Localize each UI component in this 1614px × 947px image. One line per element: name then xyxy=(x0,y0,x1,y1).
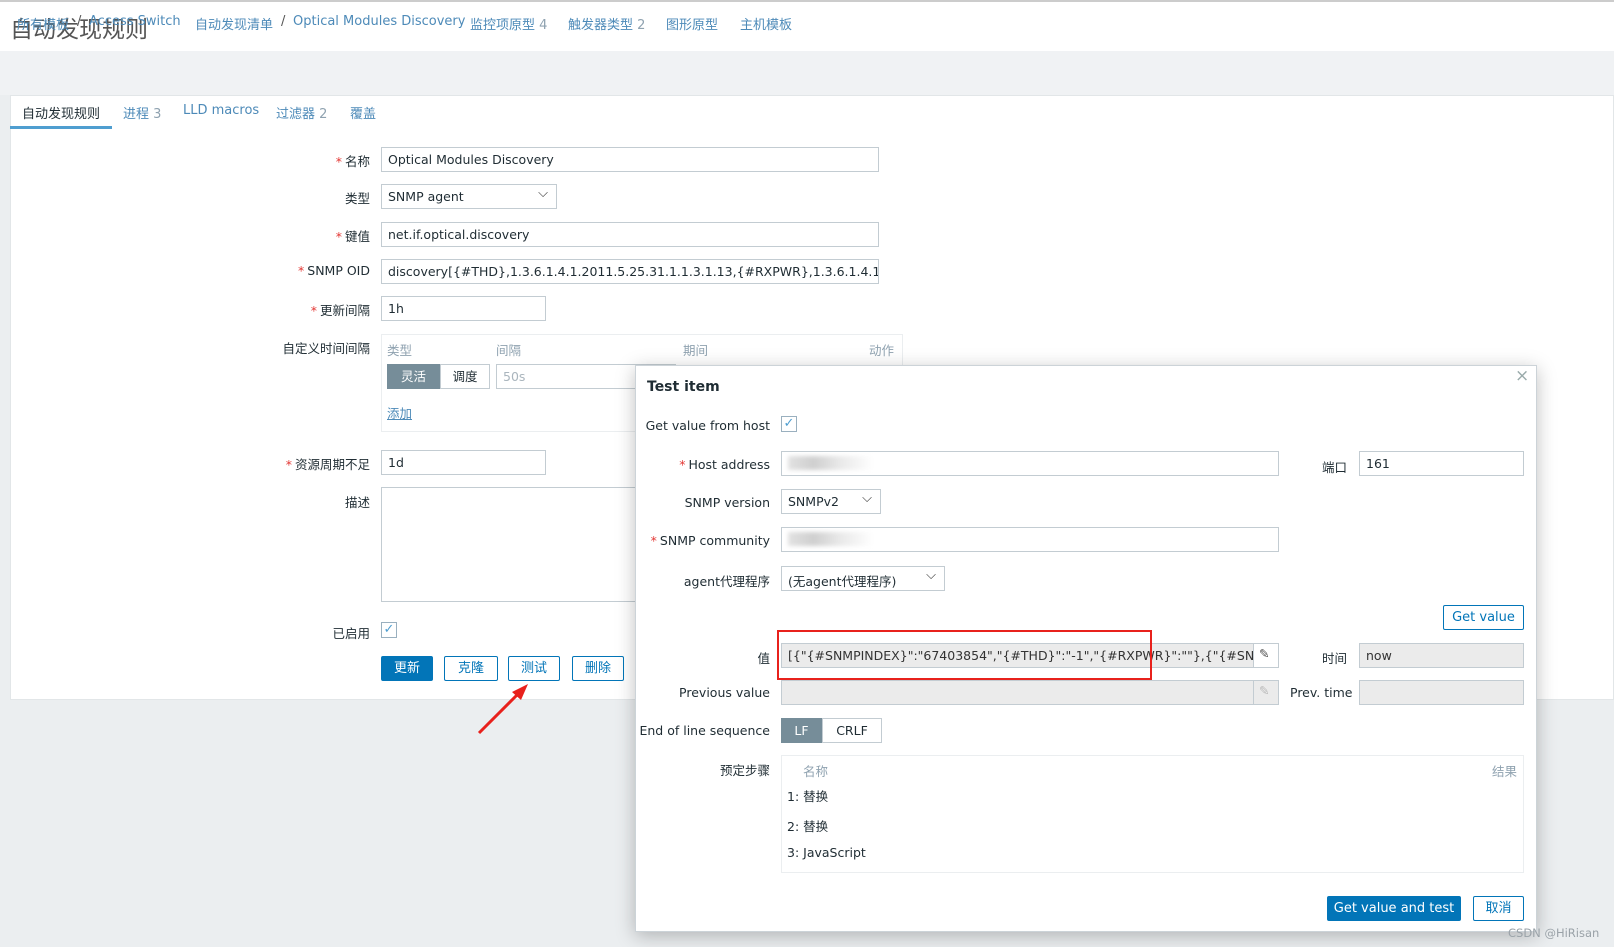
active-tab-indicator xyxy=(10,126,112,129)
breadcrumb-host-prototypes[interactable]: 主机模板 xyxy=(740,14,792,33)
breadcrumb-host[interactable]: Access Switch xyxy=(89,14,181,29)
snmp-community-label: * SNMP community xyxy=(650,533,770,548)
name-input[interactable]: Optical Modules Discovery xyxy=(381,147,879,172)
label: 监控项原型 xyxy=(470,18,536,33)
col-action: 动作 xyxy=(869,343,895,358)
get-value-button[interactable]: Get value xyxy=(1443,605,1524,630)
interval-label: * 更新间隔 xyxy=(310,303,370,318)
edit-value-icon[interactable]: ✎ xyxy=(1253,643,1279,668)
col-interval: 间隔 xyxy=(496,343,522,358)
proxy-select[interactable]: (无agent代理程序) xyxy=(781,566,945,591)
type-label: 类型 xyxy=(344,191,370,206)
steps-col-name: 名称 xyxy=(803,764,829,779)
count: 2 xyxy=(637,18,646,33)
tab-processing[interactable]: 进程 3 xyxy=(123,103,161,122)
step-row: 2: 替换 xyxy=(787,819,829,834)
lifetime-label: * 资源周期不足 xyxy=(285,457,370,472)
prev-time-input xyxy=(1359,680,1524,705)
close-icon[interactable]: × xyxy=(1515,366,1529,386)
port-input[interactable]: 161 xyxy=(1359,451,1524,476)
dialog-title: Test item xyxy=(647,379,720,395)
tab-lld-macros[interactable]: LLD macros xyxy=(183,103,259,118)
prev-time-label: Prev. time xyxy=(1290,685,1353,700)
red-highlight-box xyxy=(777,630,1152,680)
count: 2 xyxy=(319,107,328,122)
count: 3 xyxy=(153,107,162,122)
preprocessing-steps-table xyxy=(781,755,1524,873)
breadcrumb-separator: / xyxy=(77,14,82,29)
value-label: 值 xyxy=(757,651,770,666)
tab-discovery-rule[interactable]: 自动发现规则 xyxy=(22,103,100,122)
previous-value-label: Previous value xyxy=(679,685,770,700)
host-address-label: * Host address xyxy=(679,457,770,472)
eol-label: End of line sequence xyxy=(639,723,770,738)
preprocessing-label: 预定步骤 xyxy=(719,763,770,778)
breadcrumb-all-templates[interactable]: 所有模板 xyxy=(17,14,69,33)
col-type: 类型 xyxy=(387,343,413,358)
label: 过滤器 xyxy=(276,107,316,122)
col-period: 期间 xyxy=(683,343,709,358)
snmp-version-select[interactable]: SNMPv2 xyxy=(781,489,881,514)
scheduling-toggle[interactable]: 调度 xyxy=(440,364,490,389)
breadcrumb xyxy=(0,51,1614,95)
step-row: 3: JavaScript xyxy=(787,845,866,860)
custom-intervals-label: 自定义时间间隔 xyxy=(282,341,370,356)
add-interval-link[interactable]: 添加 xyxy=(387,403,412,422)
count: 4 xyxy=(539,18,548,33)
breadcrumb-current[interactable]: Optical Modules Discovery xyxy=(286,10,473,33)
flexible-toggle[interactable]: 灵活 xyxy=(387,364,440,389)
description-label: 描述 xyxy=(344,495,370,510)
key-input[interactable]: net.if.optical.discovery xyxy=(381,222,879,247)
tab-overrides[interactable]: 覆盖 xyxy=(350,103,376,122)
steps-col-result: 结果 xyxy=(1492,764,1518,779)
oid-label: * SNMP OID xyxy=(298,263,370,278)
host-address-input[interactable] xyxy=(781,451,1279,476)
name-label: * 名称 xyxy=(335,154,370,169)
eol-crlf-option[interactable]: CRLF xyxy=(822,718,882,743)
label: 进程 xyxy=(123,107,150,122)
time-label: 时间 xyxy=(1322,651,1348,666)
get-from-host-label: Get value from host xyxy=(645,418,770,433)
step-row: 1: 替换 xyxy=(787,789,829,804)
previous-value-output xyxy=(781,680,1254,705)
type-select[interactable]: SNMP agent xyxy=(381,184,557,209)
breadcrumb-separator: / xyxy=(281,14,286,29)
redacted-value xyxy=(788,456,873,470)
update-button[interactable]: 更新 xyxy=(381,656,433,681)
breadcrumb-graph-prototypes[interactable]: 图形原型 xyxy=(666,14,718,33)
enabled-checkbox[interactable]: ✓ xyxy=(381,622,397,638)
port-label: 端口 xyxy=(1322,460,1348,475)
eol-lf-option[interactable]: LF xyxy=(781,718,822,743)
enabled-label: 已启用 xyxy=(332,626,370,641)
oid-input[interactable]: discovery[{#THD},1.3.6.1.4.1.2011.5.25.3… xyxy=(381,259,879,284)
get-value-and-test-button[interactable]: Get value and test xyxy=(1327,896,1461,921)
key-label: * 键值 xyxy=(335,229,370,244)
label: 触发器类型 xyxy=(568,18,634,33)
redacted-value xyxy=(788,532,873,546)
breadcrumb-trigger-prototypes[interactable]: 触发器类型 2 xyxy=(568,14,645,33)
cancel-button[interactable]: 取消 xyxy=(1473,896,1524,921)
breadcrumb-item-prototypes[interactable]: 监控项原型 4 xyxy=(470,14,547,33)
breadcrumb-discovery-list[interactable]: 自动发现清单 xyxy=(195,14,273,33)
tab-filters[interactable]: 过滤器 2 xyxy=(276,103,327,122)
watermark: CSDN @HiRisan xyxy=(1508,926,1600,940)
interval-input[interactable]: 1h xyxy=(381,296,546,321)
snmp-community-input[interactable] xyxy=(781,527,1279,552)
edit-previous-icon: ✎ xyxy=(1253,680,1279,705)
snmp-version-label: SNMP version xyxy=(684,495,770,510)
time-input[interactable]: now xyxy=(1359,643,1524,668)
get-from-host-checkbox[interactable]: ✓ xyxy=(781,416,797,432)
proxy-label: agent代理程序 xyxy=(683,574,770,589)
